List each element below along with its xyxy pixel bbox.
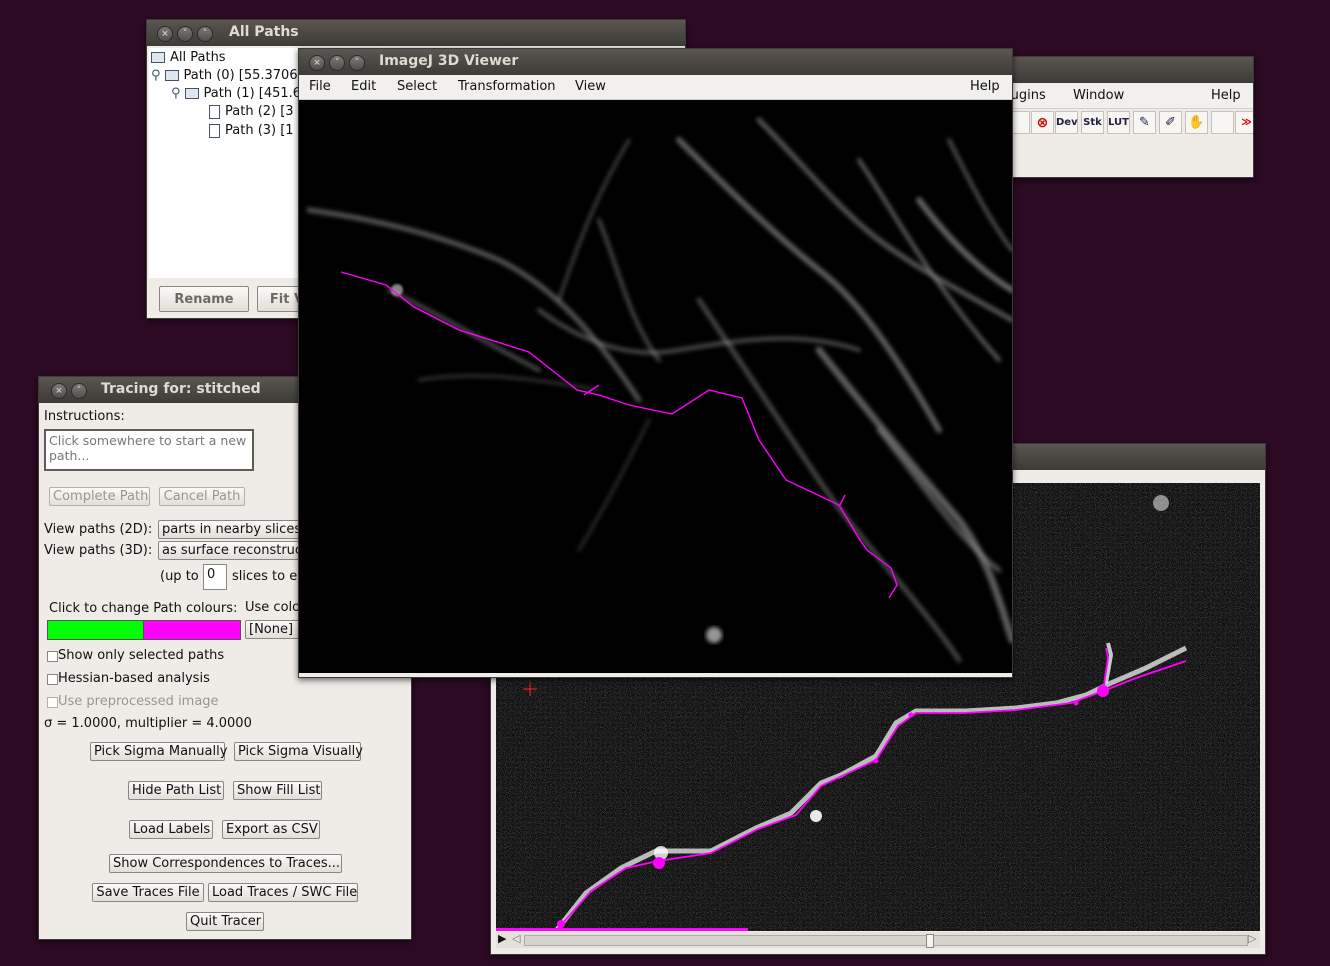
show-selected-checkbox[interactable]: [47, 651, 58, 662]
maximize-icon[interactable]: ˄: [197, 26, 213, 42]
folder-icon: [184, 88, 199, 99]
window-title: ImageJ 3D Viewer: [379, 53, 519, 69]
3d-render-canvas[interactable]: [299, 100, 1012, 673]
save-traces-button[interactable]: Save Traces File: [92, 883, 204, 902]
pick-sigma-manually-button[interactable]: Pick Sigma Manually: [90, 742, 227, 761]
slices-input[interactable]: 0: [203, 564, 227, 590]
load-labels-button[interactable]: Load Labels: [129, 820, 213, 839]
pick-sigma-visually-button[interactable]: Pick Sigma Visually: [234, 742, 363, 761]
close-icon[interactable]: ×: [309, 55, 325, 71]
menu-select[interactable]: Select: [397, 79, 437, 94]
scroll-left-icon[interactable]: ◁: [512, 932, 520, 945]
dev-tool-button[interactable]: Dev: [1055, 111, 1078, 134]
all-paths-titlebar[interactable]: × ˅ ˄ All Paths: [147, 20, 685, 46]
load-traces-button[interactable]: Load Traces / SWC File: [208, 883, 358, 902]
use-colour-label: Use colo: [245, 600, 301, 615]
menu-view[interactable]: View: [575, 79, 606, 94]
scroll-thumb[interactable]: [926, 934, 934, 948]
expand-toggle-icon[interactable]: ⚲: [151, 68, 161, 83]
more-tools-icon[interactable]: ≫: [1235, 111, 1253, 134]
scroll-right-icon[interactable]: ▷: [1248, 932, 1256, 945]
document-icon: [209, 104, 220, 119]
stk-tool-button[interactable]: Stk: [1081, 111, 1104, 134]
menu-help[interactable]: Help: [1211, 88, 1241, 103]
slices-label: slices to e: [232, 569, 298, 584]
close-icon[interactable]: ×: [157, 26, 173, 42]
menu-edit[interactable]: Edit: [351, 79, 376, 94]
other-path-colour-swatch[interactable]: [143, 620, 241, 640]
folder-icon: [151, 52, 165, 63]
use-colour-select[interactable]: [None]: [245, 620, 305, 639]
brush-icon[interactable]: ✐: [1159, 111, 1182, 134]
preprocessed-checkbox[interactable]: [47, 697, 58, 708]
cancel-path-button[interactable]: Cancel Path: [159, 487, 245, 506]
show-selected-label: Show only selected paths: [58, 648, 225, 663]
3d-viewer-titlebar[interactable]: × ˅ ˄ ImageJ 3D Viewer: [299, 49, 1012, 75]
tree-item-path-2[interactable]: Path (2) [3: [209, 104, 294, 119]
selected-path-colour-swatch[interactable]: [47, 620, 145, 640]
dropper-icon[interactable]: ✋: [1185, 111, 1208, 134]
expand-toggle-icon[interactable]: ⚲: [171, 86, 181, 101]
view-3d-label: View paths (3D):: [44, 543, 153, 558]
tree-item-path-3[interactable]: Path (3) [1: [209, 123, 294, 138]
menu-transformation[interactable]: Transformation: [458, 79, 556, 94]
instructions-label: Instructions:: [44, 409, 125, 424]
3d-viewer-menubar: File Edit Select Transformation View Hel…: [299, 75, 1012, 100]
minimize-icon[interactable]: ˅: [329, 55, 345, 71]
view-3d-select[interactable]: as surface reconstructi: [158, 541, 318, 560]
preprocessed-label: Use preprocessed image: [58, 694, 219, 709]
rename-button[interactable]: Rename: [159, 286, 249, 312]
view-2d-label: View paths (2D):: [44, 522, 153, 537]
pencil-icon[interactable]: ✎: [1133, 111, 1156, 134]
imagej-toolbar: ⊗ Dev Stk LUT ✎ ✐ ✋ ≫: [1007, 111, 1253, 135]
quit-tracer-button[interactable]: Quit Tracer: [186, 912, 264, 931]
path-colours-label: Click to change Path colours:: [49, 601, 238, 616]
close-icon[interactable]: ×: [51, 383, 67, 399]
complete-path-button[interactable]: Complete Path: [49, 487, 150, 506]
lut-tool-button[interactable]: LUT: [1107, 111, 1130, 134]
menu-file[interactable]: File: [309, 79, 331, 94]
show-fill-list-button[interactable]: Show Fill List: [233, 781, 322, 800]
slice-scrollbar[interactable]: ▶ ◁ ▷: [496, 928, 1260, 948]
document-icon: [209, 123, 220, 138]
export-csv-button[interactable]: Export as CSV: [222, 820, 320, 839]
3d-viewer-window: × ˅ ˄ ImageJ 3D Viewer File Edit Select …: [298, 48, 1013, 678]
menu-help[interactable]: Help: [970, 79, 1000, 94]
close-circle-icon[interactable]: ⊗: [1031, 111, 1054, 134]
tree-item-path-0[interactable]: ⚲ Path (0) [55.3706: [151, 68, 298, 83]
play-icon[interactable]: ▶: [498, 932, 506, 945]
slice-progress-bar: [496, 928, 749, 931]
minimize-icon[interactable]: ˅: [177, 26, 193, 42]
scroll-track[interactable]: [524, 935, 1248, 946]
hessian-label: Hessian-based analysis: [58, 671, 210, 686]
sigma-readout: σ = 1.0000, multiplier = 4.0000: [44, 716, 252, 731]
view-2d-select[interactable]: parts in nearby slices: [158, 520, 318, 539]
window-title: Tracing for: stitched: [101, 381, 261, 397]
tree-root[interactable]: All Paths: [151, 50, 226, 65]
tree-item-path-1[interactable]: ⚲ Path (1) [451.6: [171, 86, 301, 101]
instructions-text: Click somewhere to start a new path...: [44, 429, 254, 471]
hide-path-list-button[interactable]: Hide Path List: [128, 781, 224, 800]
up-to-label: (up to: [160, 569, 199, 584]
window-title: All Paths: [229, 24, 299, 40]
empty-tool-slot[interactable]: [1211, 111, 1234, 134]
folder-icon: [164, 70, 179, 81]
show-correspondences-button[interactable]: Show Correspondences to Traces...: [109, 854, 342, 873]
maximize-icon[interactable]: ˄: [349, 55, 365, 71]
menu-window[interactable]: Window: [1073, 88, 1124, 103]
hessian-checkbox[interactable]: [47, 674, 58, 685]
maximize-icon[interactable]: ˄: [71, 383, 87, 399]
